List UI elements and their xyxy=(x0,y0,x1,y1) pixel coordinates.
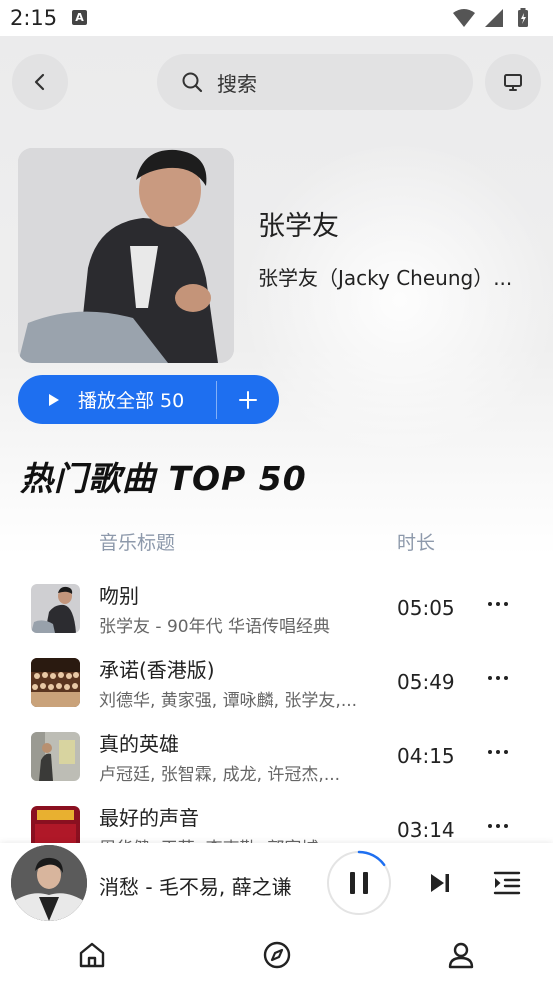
person-icon[interactable] xyxy=(446,940,476,970)
column-header-duration: 时长 xyxy=(397,532,436,554)
back-arrow-icon xyxy=(34,73,45,91)
play-all-group: 播放全部 50 xyxy=(18,375,279,424)
more-dots-icon[interactable] xyxy=(486,740,510,764)
signal-icon xyxy=(485,9,503,27)
search-label: 搜索 xyxy=(217,71,257,96)
now-playing-cover[interactable] xyxy=(11,845,87,921)
skip-next-icon[interactable] xyxy=(428,871,452,895)
section-title: 热门歌曲 TOP 50 xyxy=(20,459,307,498)
playlist-queue-icon[interactable] xyxy=(493,869,521,897)
search-bar[interactable]: 搜索 xyxy=(157,54,473,110)
song-title: 真的英雄 xyxy=(99,732,179,756)
column-header-title: 音乐标题 xyxy=(99,532,176,554)
song-duration: 05:05 xyxy=(397,596,455,620)
song-row[interactable]: 吻别 张学友 - 90年代 华语传唱经典 05:05 xyxy=(0,584,553,658)
song-subtitle: 张学友 - 90年代 华语传唱经典 xyxy=(99,617,330,637)
play-all-button[interactable]: 播放全部 50 xyxy=(18,375,216,424)
compass-icon[interactable] xyxy=(262,940,292,970)
song-title: 吻别 xyxy=(99,584,139,608)
artist-photo xyxy=(18,148,234,363)
song-cover xyxy=(31,658,80,707)
song-cover xyxy=(31,584,80,633)
play-icon xyxy=(49,393,59,406)
song-subtitle: 刘德华, 黄家强, 谭咏麟, 张学友,... xyxy=(99,691,358,711)
add-all-button[interactable] xyxy=(217,375,279,424)
song-row[interactable]: 承诺(香港版) 刘德华, 黄家强, 谭咏麟, 张学友,... 05:49 xyxy=(0,658,553,732)
status-time: 2:15 xyxy=(10,6,58,30)
song-title: 承诺(香港版) xyxy=(99,658,215,682)
song-duration: 04:15 xyxy=(397,744,455,768)
status-icons xyxy=(453,8,528,27)
cast-button[interactable] xyxy=(485,54,541,110)
song-title: 最好的声音 xyxy=(99,806,199,830)
song-cover xyxy=(31,732,80,781)
wifi-icon xyxy=(453,9,475,27)
more-dots-icon[interactable] xyxy=(486,592,510,616)
play-all-label: 播放全部 50 xyxy=(78,390,185,412)
more-dots-icon[interactable] xyxy=(486,814,510,838)
song-duration: 03:14 xyxy=(397,818,455,842)
mini-player: 消愁 - 毛不易, 薛之谦 xyxy=(0,843,553,984)
cast-screen-icon xyxy=(504,74,522,91)
artist-alias[interactable]: 张学友（Jacky Cheung）... xyxy=(258,262,538,291)
now-playing-title[interactable]: 消愁 - 毛不易, 薛之谦 xyxy=(99,871,292,900)
song-duration: 05:49 xyxy=(397,670,455,694)
song-subtitle: 卢冠廷, 张智霖, 成龙, 许冠杰,... xyxy=(99,765,341,785)
plus-icon xyxy=(239,390,257,409)
artist-name: 张学友 xyxy=(258,211,339,242)
notification-icon: A xyxy=(72,10,87,25)
status-bar: 2:15 A xyxy=(0,0,553,36)
song-row[interactable]: 真的英雄 卢冠廷, 张智霖, 成龙, 许冠杰,... 04:15 xyxy=(0,732,553,806)
back-button[interactable] xyxy=(12,54,68,110)
header-glow xyxy=(240,140,553,460)
pause-button[interactable] xyxy=(326,850,392,916)
search-icon xyxy=(182,72,203,93)
home-icon[interactable] xyxy=(77,940,107,970)
more-dots-icon[interactable] xyxy=(486,666,510,690)
